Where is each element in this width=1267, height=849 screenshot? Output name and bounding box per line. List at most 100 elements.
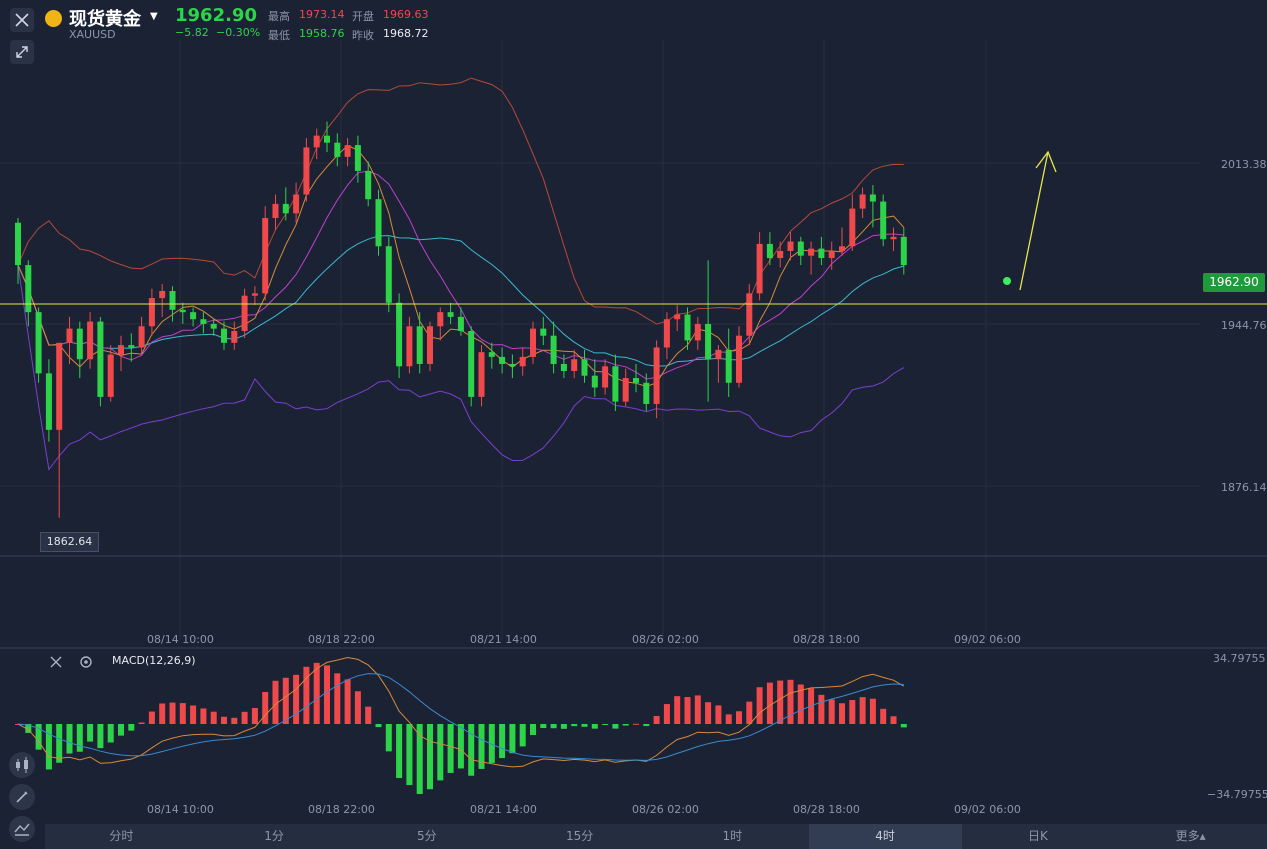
candle-body: [231, 330, 238, 343]
timeframe-tabs: 分时 1分 5分 15分 1时 4时 日K 更多▴: [45, 824, 1267, 849]
candle-body: [416, 326, 423, 364]
macd-bar: [499, 724, 506, 759]
candle-body: [808, 248, 815, 256]
tab-1m[interactable]: 1分: [198, 824, 351, 849]
candle-body: [282, 203, 289, 214]
draw-tool-button[interactable]: [9, 784, 35, 810]
macd-bar: [828, 699, 835, 724]
time-axis-label: 08/26 02:00: [632, 633, 699, 646]
tab-more[interactable]: 更多▴: [1114, 824, 1267, 849]
tab-daily[interactable]: 日K: [962, 824, 1115, 849]
candle-body: [756, 243, 763, 294]
macd-axis-top: 34.79755: [1213, 652, 1266, 665]
macd-bar: [694, 695, 701, 724]
candle-body: [25, 265, 32, 313]
candle-body: [375, 199, 382, 247]
macd-bar: [56, 724, 63, 763]
macd-bar: [622, 724, 629, 726]
candle-body: [622, 378, 629, 402]
macd-bar: [530, 724, 536, 735]
candle-body: [334, 142, 341, 157]
macd-bar: [447, 724, 454, 773]
low-price-marker: 1862.64: [40, 532, 99, 552]
candle-body: [591, 375, 598, 388]
tab-5m[interactable]: 5分: [351, 824, 504, 849]
candle-body: [15, 222, 21, 266]
macd-bar: [396, 724, 403, 779]
candle-body: [777, 250, 784, 259]
candle-body: [313, 135, 320, 148]
open-label: 开盘: [352, 10, 374, 23]
candle-body: [839, 246, 845, 251]
macd-bar: [560, 724, 567, 729]
candle-body: [694, 323, 701, 341]
candle-body: [880, 201, 887, 240]
close-indicator-button[interactable]: [48, 654, 64, 670]
low-value: 1958.76: [299, 27, 345, 40]
main-chart[interactable]: [0, 0, 1267, 849]
expand-button[interactable]: [10, 40, 34, 64]
candle-body: [210, 323, 217, 329]
macd-bar: [45, 724, 52, 770]
macd-bar: [705, 702, 712, 724]
expand-arrows-icon: [16, 46, 28, 58]
ma5-line: [17, 144, 905, 388]
candle-tool-button[interactable]: [9, 752, 35, 778]
candle-body: [303, 147, 310, 195]
candle-body: [571, 359, 578, 372]
macd-bar: [715, 705, 722, 724]
indicator-lines: [17, 77, 905, 471]
candle-body: [488, 352, 495, 357]
candle-body: [560, 363, 567, 372]
indicator-settings-button[interactable]: [78, 654, 94, 670]
macd-bar: [602, 724, 609, 725]
time-axis-label: 08/18 22:00: [308, 633, 375, 646]
candle-body: [221, 328, 227, 343]
candlestick-icon: [16, 757, 28, 773]
macd-bar: [509, 724, 516, 754]
macd-bar: [87, 724, 94, 742]
macd-bar: [313, 662, 320, 724]
candle-body: [900, 236, 907, 266]
macd-bar: [839, 703, 845, 724]
candle-body: [581, 359, 588, 376]
price-axis-label: 1876.14: [1221, 481, 1267, 494]
macd-bar: [128, 724, 135, 731]
candle-body: [602, 366, 609, 388]
macd-time-label: 08/21 14:00: [470, 803, 537, 816]
macd-axis-bottom: −34.79755: [1207, 788, 1267, 801]
macd-bar: [169, 702, 176, 724]
macd-bar: [179, 703, 186, 724]
macd-bar: [457, 724, 464, 769]
candle-body: [530, 328, 536, 357]
macd-bar: [334, 673, 341, 724]
macd-bar: [138, 722, 145, 724]
tab-timeshare[interactable]: 分时: [45, 824, 198, 849]
candle-body: [509, 363, 516, 367]
close-button[interactable]: [10, 8, 34, 32]
last-price-dot: [1003, 277, 1011, 285]
candle-body: [457, 316, 464, 331]
low-label: 最低: [268, 29, 290, 42]
candle-body: [705, 323, 712, 360]
candle-body: [519, 356, 526, 367]
chart-grid: [0, 40, 1200, 640]
candle-body: [179, 309, 186, 313]
macd-bar: [643, 724, 650, 727]
macd-bar: [148, 711, 155, 724]
tab-4h[interactable]: 4时: [808, 824, 962, 849]
macd-bar: [385, 724, 392, 752]
boll-lower-line: [17, 265, 905, 471]
boll-upper-line: [17, 77, 904, 325]
indicator-tool-button[interactable]: [9, 816, 35, 842]
price-change-pct: −0.30%: [216, 26, 261, 39]
candle-body: [148, 298, 155, 327]
candle-body: [478, 352, 485, 397]
macd-bar: [66, 724, 73, 754]
chevron-down-icon[interactable]: ▼: [150, 11, 158, 22]
candle-body: [787, 241, 794, 251]
macd-bar: [859, 697, 866, 724]
tab-1h[interactable]: 1时: [656, 824, 809, 849]
macd-bar: [725, 714, 732, 724]
tab-15m[interactable]: 15分: [503, 824, 656, 849]
